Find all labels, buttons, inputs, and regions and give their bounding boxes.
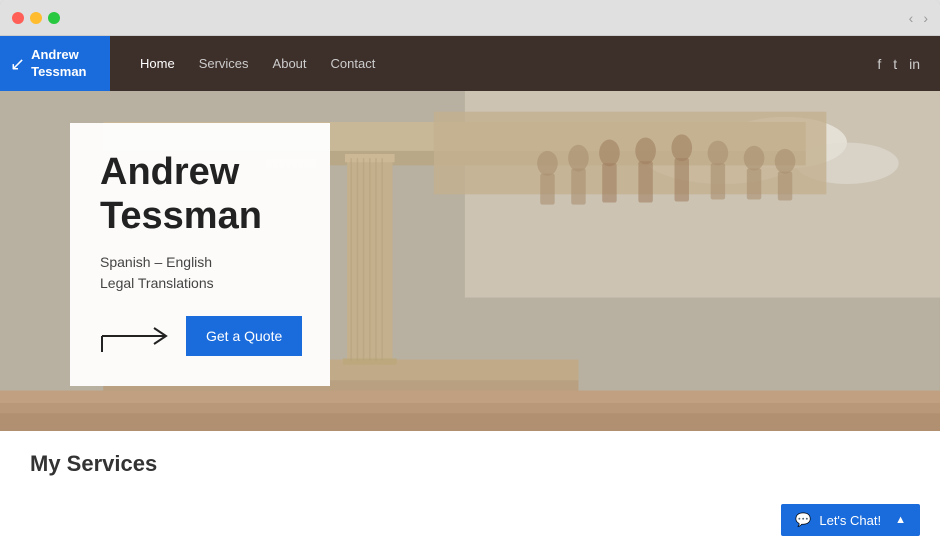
browser-content: ↙ Andrew Tessman Home Services About Con… [0, 36, 940, 548]
logo-block[interactable]: ↙ Andrew Tessman [0, 36, 110, 91]
browser-dots [12, 12, 60, 24]
social-twitter-icon[interactable]: t [893, 56, 897, 72]
browser-titlebar: ‹ › [0, 0, 940, 36]
hero-section: Andrew Tessman Spanish – English Legal T… [0, 91, 940, 431]
hero-subtitle-line1: Spanish – English [100, 254, 212, 270]
nav-forward-button[interactable]: › [923, 10, 928, 26]
arrow-icon [100, 318, 172, 354]
dot-maximize[interactable] [48, 12, 60, 24]
chat-expand-icon[interactable]: ▲ [895, 514, 906, 526]
chat-widget[interactable]: 💬 Let's Chat! ▲ [781, 504, 920, 536]
nav-item-contact[interactable]: Contact [331, 56, 376, 71]
hero-subtitle-line2: Legal Translations [100, 275, 214, 291]
hero-title-line1: Andrew [100, 151, 239, 193]
social-linkedin-icon[interactable]: in [909, 56, 920, 72]
social-facebook-icon[interactable]: f [877, 56, 881, 72]
social-icons: f t in [877, 56, 940, 72]
site-nav: Home Services About Contact [110, 56, 877, 71]
my-services-title: My Services [30, 451, 910, 477]
logo-icon: ↙ [10, 55, 25, 73]
below-hero-section: My Services 💬 Let's Chat! ▲ [0, 431, 940, 548]
nav-item-home[interactable]: Home [140, 56, 175, 71]
nav-back-button[interactable]: ‹ [909, 10, 914, 26]
nav-item-services[interactable]: Services [199, 56, 249, 71]
hero-title-line2: Tessman [100, 195, 262, 237]
logo-name-line1: Andrew [31, 47, 79, 62]
logo-text: Andrew Tessman [31, 47, 86, 81]
chat-icon: 💬 [795, 512, 811, 528]
website: ↙ Andrew Tessman Home Services About Con… [0, 36, 940, 548]
nav-item-about[interactable]: About [273, 56, 307, 71]
hero-title: Andrew Tessman [100, 151, 300, 238]
hero-subtitle: Spanish – English Legal Translations [100, 252, 300, 294]
browser-window: ‹ › ↙ Andrew Tessman Home Services About [0, 0, 940, 548]
logo-name-line2: Tessman [31, 64, 86, 79]
dot-close[interactable] [12, 12, 24, 24]
browser-nav: ‹ › [909, 10, 928, 26]
dot-minimize[interactable] [30, 12, 42, 24]
chat-label: Let's Chat! [819, 513, 881, 528]
site-header: ↙ Andrew Tessman Home Services About Con… [0, 36, 940, 91]
hero-card: Andrew Tessman Spanish – English Legal T… [70, 123, 330, 386]
hero-cta-row: Get a Quote [100, 316, 300, 356]
get-a-quote-button[interactable]: Get a Quote [186, 316, 302, 356]
